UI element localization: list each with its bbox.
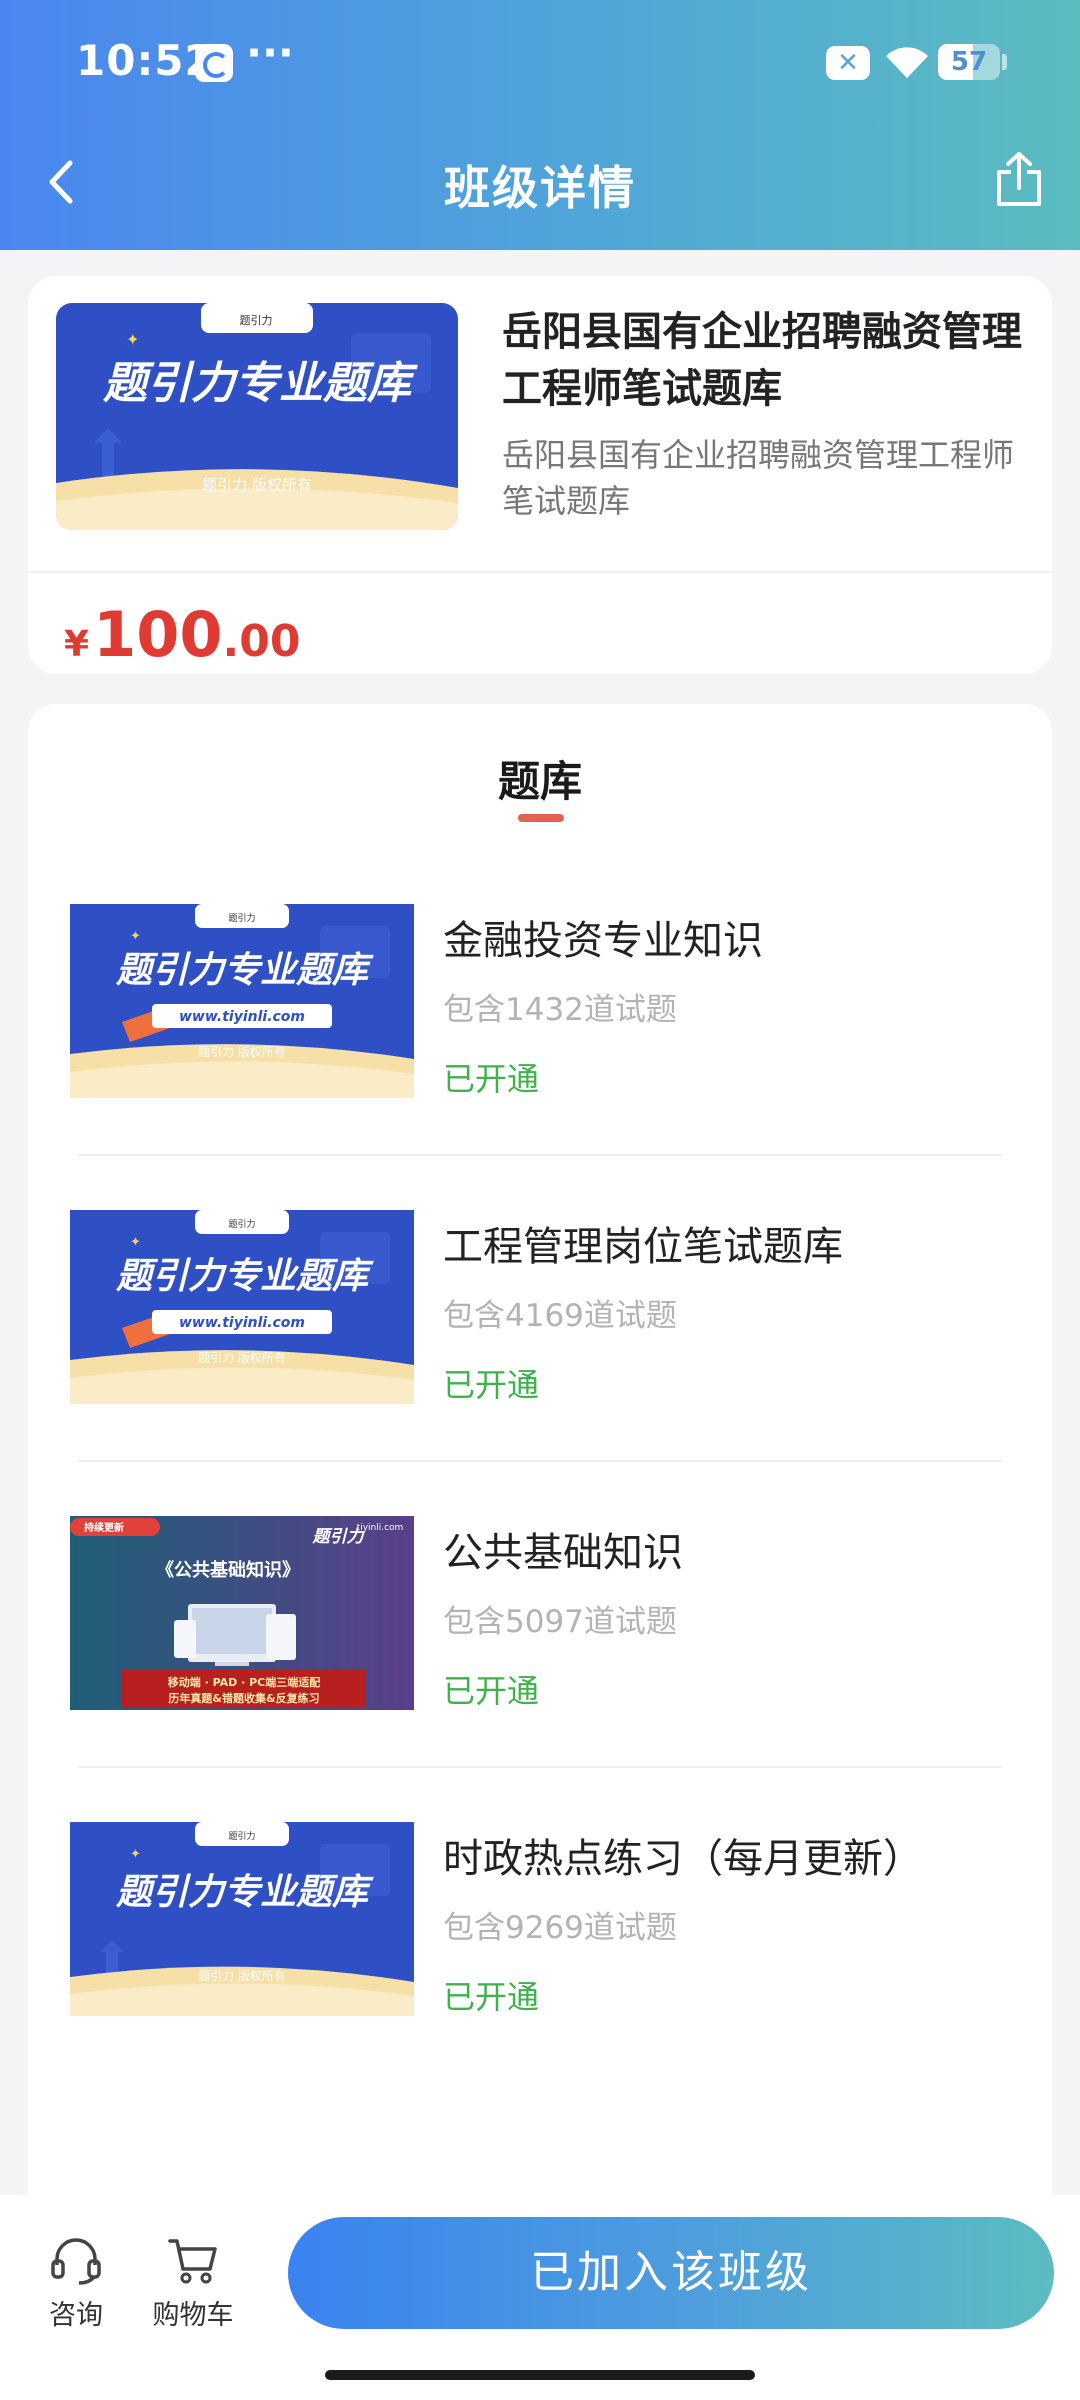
svg-text:✦: ✦ <box>126 330 139 349</box>
cart-label: 购物车 <box>152 2300 234 2331</box>
consult-button[interactable]: 咨询 <box>21 2235 131 2332</box>
list-item[interactable]: 题引力 ✦ 题引力专业题库 题引力 版权所有 时政热点练习（每月更新） 包含92… <box>28 1822 1052 2128</box>
share-icon[interactable] <box>994 150 1044 208</box>
status-time: 10:52 <box>76 36 215 85</box>
bank-thumbnail-url: www.tiyinli.com <box>179 1315 305 1331</box>
svg-text:✦: ✦ <box>130 1847 141 1862</box>
consult-label: 咨询 <box>49 2300 103 2331</box>
svg-text:✦: ✦ <box>130 929 141 944</box>
bank-thumbnail-headline: 《公共基础知识》 <box>156 1559 300 1581</box>
list-divider <box>78 1460 1002 1462</box>
bank-question-count: 包含4169道试题 <box>443 1298 677 1334</box>
class-description: 岳阳县国有企业招聘融资管理工程师笔试题库 <box>502 436 1015 520</box>
price-decimal: .00 <box>222 616 301 667</box>
page-title: 班级详情 <box>444 161 636 215</box>
joined-class-button[interactable]: 已加入该班级 <box>288 2217 1054 2329</box>
class-cover-footer: 题引力 版权所有 <box>202 476 312 494</box>
battery-tip <box>1002 54 1007 70</box>
bank-thumbnail-footer: 题引力 版权所有 <box>198 1045 286 1059</box>
class-title: 岳阳县国有企业招聘融资管理工程师笔试题库 <box>502 309 1022 412</box>
shopping-cart-icon <box>168 2239 217 2284</box>
bank-thumbnail-headline: 题引力专业题库 <box>115 1256 374 1297</box>
status-bar: 10:52 ··· ✕ 57 <box>0 0 1080 125</box>
wifi-icon <box>886 47 928 78</box>
list-divider <box>78 1154 1002 1156</box>
bank-status-badge: 已开通 <box>443 1672 540 1710</box>
bank-thumbnail-headline: 题引力专业题库 <box>115 950 374 991</box>
list-item[interactable]: 题引力 ✦ 题引力专业题库 www.tiyinli.com 题引力 版权所有 工… <box>28 1210 1052 1516</box>
headset-icon <box>51 2238 101 2285</box>
class-cover-headline: 题引力专业题库 <box>102 358 418 409</box>
app-header: 10:52 ··· ✕ 57 班级详情 <box>0 0 1080 250</box>
class-cover-badge: 题引力 <box>240 313 273 327</box>
bank-thumbnail: 持续更新 题引力 tiyinli.com 《公共基础知识》 移动端 · PAD … <box>70 1516 414 1710</box>
bank-thumbnail-line1: 移动端 · PAD · PC端三端适配 <box>168 1675 321 1689</box>
bank-question-count: 包含9269道试题 <box>443 1910 677 1946</box>
battery-level: 57 <box>950 47 988 77</box>
bank-thumbnail-url: www.tiyinli.com <box>179 1009 305 1025</box>
bank-name: 工程管理岗位笔试题库 <box>443 1224 843 1270</box>
more-notifications-icon: ··· <box>246 28 294 77</box>
bank-thumbnail-site: tiyinli.com <box>357 1523 404 1533</box>
home-indicator[interactable] <box>325 2370 755 2380</box>
sim-x-icon: ✕ <box>826 46 870 80</box>
class-cover-image: 题引力 ✦ 题引力专业题库 题引力 版权所有 <box>56 303 458 530</box>
price: ¥ 100 .00 <box>64 576 301 671</box>
price-integer: 100 <box>93 598 223 671</box>
battery-icon: 57 <box>938 44 1000 80</box>
bank-status-badge: 已开通 <box>443 1366 540 1404</box>
list-item[interactable]: 题引力 ✦ 题引力专业题库 www.tiyinli.com 题引力 版权所有 金… <box>28 904 1052 1210</box>
bank-thumbnail-badge: 题引力 <box>228 1830 255 1842</box>
card-divider <box>28 571 1052 573</box>
bank-name: 公共基础知识 <box>443 1530 683 1576</box>
bank-status-badge: 已开通 <box>443 1978 540 2016</box>
list-divider <box>78 1766 1002 1768</box>
bank-thumbnail-badge: 题引力 <box>228 1218 255 1230</box>
price-currency: ¥ <box>64 624 90 665</box>
bank-name: 时政热点练习（每月更新） <box>443 1836 923 1882</box>
bank-thumbnail-tag: 持续更新 <box>84 1521 124 1534</box>
list-item[interactable]: 持续更新 题引力 tiyinli.com 《公共基础知识》 移动端 · PAD … <box>28 1516 1052 1822</box>
cart-button[interactable]: 购物车 <box>138 2235 248 2332</box>
bank-thumbnail-footer: 题引力 版权所有 <box>198 1969 286 1983</box>
question-bank-section: 题库 题引力 ✦ 题引力专业题库 www.tiyinli.com 题引力 版权所… <box>28 704 1052 2204</box>
bank-thumbnail-badge: 题引力 <box>228 912 255 924</box>
notification-app-icon <box>195 44 233 82</box>
bank-status-badge: 已开通 <box>443 1060 540 1098</box>
bank-question-count: 包含1432道试题 <box>443 992 677 1028</box>
bank-thumbnail: 题引力 ✦ 题引力专业题库 www.tiyinli.com 题引力 版权所有 <box>70 904 414 1098</box>
bank-thumbnail-line2: 历年真题&错题收集&反复练习 <box>168 1691 319 1705</box>
bank-thumbnail-headline: 题引力专业题库 <box>115 1872 374 1913</box>
tab-active-indicator <box>518 814 564 822</box>
bank-thumbnail-footer: 题引力 版权所有 <box>198 1351 286 1365</box>
svg-text:✦: ✦ <box>130 1235 141 1250</box>
class-info-card: 题引力 ✦ 题引力专业题库 题引力 版权所有 岳阳县国有企业招聘融资管理工程师笔… <box>28 276 1052 674</box>
bank-thumbnail: 题引力 ✦ 题引力专业题库 题引力 版权所有 <box>70 1822 414 2016</box>
bank-thumbnail: 题引力 ✦ 题引力专业题库 www.tiyinli.com 题引力 版权所有 <box>70 1210 414 1404</box>
tab-question-bank[interactable]: 题库 <box>28 748 1052 809</box>
bank-question-count: 包含5097道试题 <box>443 1604 677 1640</box>
bank-name: 金融投资专业知识 <box>443 918 763 964</box>
